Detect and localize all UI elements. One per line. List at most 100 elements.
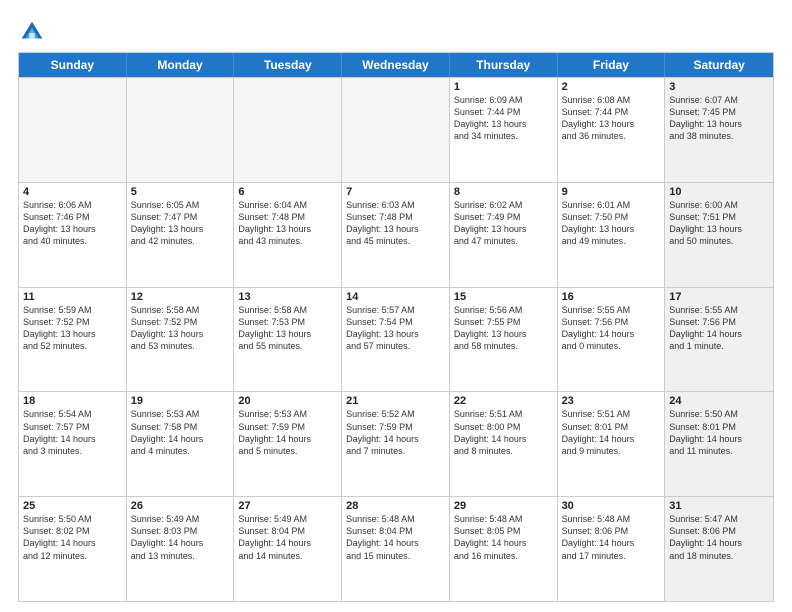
calendar-header: SundayMondayTuesdayWednesdayThursdayFrid… (19, 53, 773, 77)
calendar-cell-20: 20Sunrise: 5:53 AM Sunset: 7:59 PM Dayli… (234, 392, 342, 496)
calendar-cell-25: 25Sunrise: 5:50 AM Sunset: 8:02 PM Dayli… (19, 497, 127, 601)
day-number: 30 (562, 500, 661, 512)
calendar-cell-31: 31Sunrise: 5:47 AM Sunset: 8:06 PM Dayli… (665, 497, 773, 601)
day-number: 6 (238, 186, 337, 198)
calendar-cell-6: 6Sunrise: 6:04 AM Sunset: 7:48 PM Daylig… (234, 183, 342, 287)
calendar-cell-9: 9Sunrise: 6:01 AM Sunset: 7:50 PM Daylig… (558, 183, 666, 287)
day-header-sunday: Sunday (19, 53, 127, 77)
day-number: 11 (23, 291, 122, 303)
calendar-cell-19: 19Sunrise: 5:53 AM Sunset: 7:58 PM Dayli… (127, 392, 235, 496)
calendar-cell-15: 15Sunrise: 5:56 AM Sunset: 7:55 PM Dayli… (450, 288, 558, 392)
day-info: Sunrise: 5:58 AM Sunset: 7:53 PM Dayligh… (238, 304, 337, 353)
day-info: Sunrise: 5:52 AM Sunset: 7:59 PM Dayligh… (346, 408, 445, 457)
day-number: 16 (562, 291, 661, 303)
day-info: Sunrise: 6:04 AM Sunset: 7:48 PM Dayligh… (238, 199, 337, 248)
calendar-row-3: 11Sunrise: 5:59 AM Sunset: 7:52 PM Dayli… (19, 287, 773, 392)
day-number: 31 (669, 500, 769, 512)
calendar-cell-23: 23Sunrise: 5:51 AM Sunset: 8:01 PM Dayli… (558, 392, 666, 496)
day-info: Sunrise: 6:06 AM Sunset: 7:46 PM Dayligh… (23, 199, 122, 248)
day-number: 15 (454, 291, 553, 303)
calendar-row-2: 4Sunrise: 6:06 AM Sunset: 7:46 PM Daylig… (19, 182, 773, 287)
calendar-row-4: 18Sunrise: 5:54 AM Sunset: 7:57 PM Dayli… (19, 391, 773, 496)
day-info: Sunrise: 5:48 AM Sunset: 8:05 PM Dayligh… (454, 513, 553, 562)
calendar-cell-5: 5Sunrise: 6:05 AM Sunset: 7:47 PM Daylig… (127, 183, 235, 287)
calendar-cell-26: 26Sunrise: 5:49 AM Sunset: 8:03 PM Dayli… (127, 497, 235, 601)
header (18, 18, 774, 46)
day-info: Sunrise: 5:55 AM Sunset: 7:56 PM Dayligh… (562, 304, 661, 353)
logo-icon (18, 18, 46, 46)
day-number: 19 (131, 395, 230, 407)
day-number: 29 (454, 500, 553, 512)
day-info: Sunrise: 5:49 AM Sunset: 8:03 PM Dayligh… (131, 513, 230, 562)
calendar-cell-empty (127, 78, 235, 182)
day-number: 23 (562, 395, 661, 407)
day-number: 9 (562, 186, 661, 198)
calendar-row-1: 1Sunrise: 6:09 AM Sunset: 7:44 PM Daylig… (19, 77, 773, 182)
day-number: 20 (238, 395, 337, 407)
day-info: Sunrise: 5:53 AM Sunset: 7:59 PM Dayligh… (238, 408, 337, 457)
calendar-cell-12: 12Sunrise: 5:58 AM Sunset: 7:52 PM Dayli… (127, 288, 235, 392)
day-header-saturday: Saturday (665, 53, 773, 77)
calendar-cell-4: 4Sunrise: 6:06 AM Sunset: 7:46 PM Daylig… (19, 183, 127, 287)
calendar-cell-11: 11Sunrise: 5:59 AM Sunset: 7:52 PM Dayli… (19, 288, 127, 392)
day-number: 2 (562, 81, 661, 93)
day-info: Sunrise: 5:57 AM Sunset: 7:54 PM Dayligh… (346, 304, 445, 353)
day-info: Sunrise: 6:08 AM Sunset: 7:44 PM Dayligh… (562, 94, 661, 143)
calendar-cell-18: 18Sunrise: 5:54 AM Sunset: 7:57 PM Dayli… (19, 392, 127, 496)
day-info: Sunrise: 6:07 AM Sunset: 7:45 PM Dayligh… (669, 94, 769, 143)
day-info: Sunrise: 6:09 AM Sunset: 7:44 PM Dayligh… (454, 94, 553, 143)
day-number: 7 (346, 186, 445, 198)
calendar-body: 1Sunrise: 6:09 AM Sunset: 7:44 PM Daylig… (19, 77, 773, 601)
day-info: Sunrise: 5:48 AM Sunset: 8:04 PM Dayligh… (346, 513, 445, 562)
calendar-cell-8: 8Sunrise: 6:02 AM Sunset: 7:49 PM Daylig… (450, 183, 558, 287)
calendar-cell-30: 30Sunrise: 5:48 AM Sunset: 8:06 PM Dayli… (558, 497, 666, 601)
day-info: Sunrise: 5:49 AM Sunset: 8:04 PM Dayligh… (238, 513, 337, 562)
day-info: Sunrise: 5:50 AM Sunset: 8:02 PM Dayligh… (23, 513, 122, 562)
day-info: Sunrise: 5:51 AM Sunset: 8:00 PM Dayligh… (454, 408, 553, 457)
day-info: Sunrise: 6:00 AM Sunset: 7:51 PM Dayligh… (669, 199, 769, 248)
calendar-cell-17: 17Sunrise: 5:55 AM Sunset: 7:56 PM Dayli… (665, 288, 773, 392)
day-info: Sunrise: 5:51 AM Sunset: 8:01 PM Dayligh… (562, 408, 661, 457)
day-number: 10 (669, 186, 769, 198)
day-number: 24 (669, 395, 769, 407)
calendar-cell-14: 14Sunrise: 5:57 AM Sunset: 7:54 PM Dayli… (342, 288, 450, 392)
day-number: 26 (131, 500, 230, 512)
calendar-cell-16: 16Sunrise: 5:55 AM Sunset: 7:56 PM Dayli… (558, 288, 666, 392)
day-info: Sunrise: 5:55 AM Sunset: 7:56 PM Dayligh… (669, 304, 769, 353)
calendar-cell-3: 3Sunrise: 6:07 AM Sunset: 7:45 PM Daylig… (665, 78, 773, 182)
calendar-cell-empty (342, 78, 450, 182)
day-header-tuesday: Tuesday (234, 53, 342, 77)
day-info: Sunrise: 6:05 AM Sunset: 7:47 PM Dayligh… (131, 199, 230, 248)
day-number: 3 (669, 81, 769, 93)
logo (18, 18, 50, 46)
day-number: 8 (454, 186, 553, 198)
day-header-wednesday: Wednesday (342, 53, 450, 77)
calendar-cell-10: 10Sunrise: 6:00 AM Sunset: 7:51 PM Dayli… (665, 183, 773, 287)
calendar-cell-22: 22Sunrise: 5:51 AM Sunset: 8:00 PM Dayli… (450, 392, 558, 496)
day-number: 22 (454, 395, 553, 407)
day-number: 1 (454, 81, 553, 93)
calendar-cell-29: 29Sunrise: 5:48 AM Sunset: 8:05 PM Dayli… (450, 497, 558, 601)
day-number: 13 (238, 291, 337, 303)
calendar-cell-21: 21Sunrise: 5:52 AM Sunset: 7:59 PM Dayli… (342, 392, 450, 496)
day-info: Sunrise: 5:53 AM Sunset: 7:58 PM Dayligh… (131, 408, 230, 457)
calendar-cell-24: 24Sunrise: 5:50 AM Sunset: 8:01 PM Dayli… (665, 392, 773, 496)
day-info: Sunrise: 5:47 AM Sunset: 8:06 PM Dayligh… (669, 513, 769, 562)
calendar-cell-empty (234, 78, 342, 182)
day-number: 28 (346, 500, 445, 512)
day-number: 21 (346, 395, 445, 407)
day-number: 12 (131, 291, 230, 303)
day-number: 25 (23, 500, 122, 512)
day-info: Sunrise: 5:50 AM Sunset: 8:01 PM Dayligh… (669, 408, 769, 457)
day-info: Sunrise: 6:03 AM Sunset: 7:48 PM Dayligh… (346, 199, 445, 248)
day-number: 17 (669, 291, 769, 303)
calendar: SundayMondayTuesdayWednesdayThursdayFrid… (18, 52, 774, 602)
calendar-cell-1: 1Sunrise: 6:09 AM Sunset: 7:44 PM Daylig… (450, 78, 558, 182)
calendar-cell-13: 13Sunrise: 5:58 AM Sunset: 7:53 PM Dayli… (234, 288, 342, 392)
calendar-cell-27: 27Sunrise: 5:49 AM Sunset: 8:04 PM Dayli… (234, 497, 342, 601)
day-number: 4 (23, 186, 122, 198)
day-number: 18 (23, 395, 122, 407)
day-number: 14 (346, 291, 445, 303)
day-header-thursday: Thursday (450, 53, 558, 77)
calendar-cell-28: 28Sunrise: 5:48 AM Sunset: 8:04 PM Dayli… (342, 497, 450, 601)
